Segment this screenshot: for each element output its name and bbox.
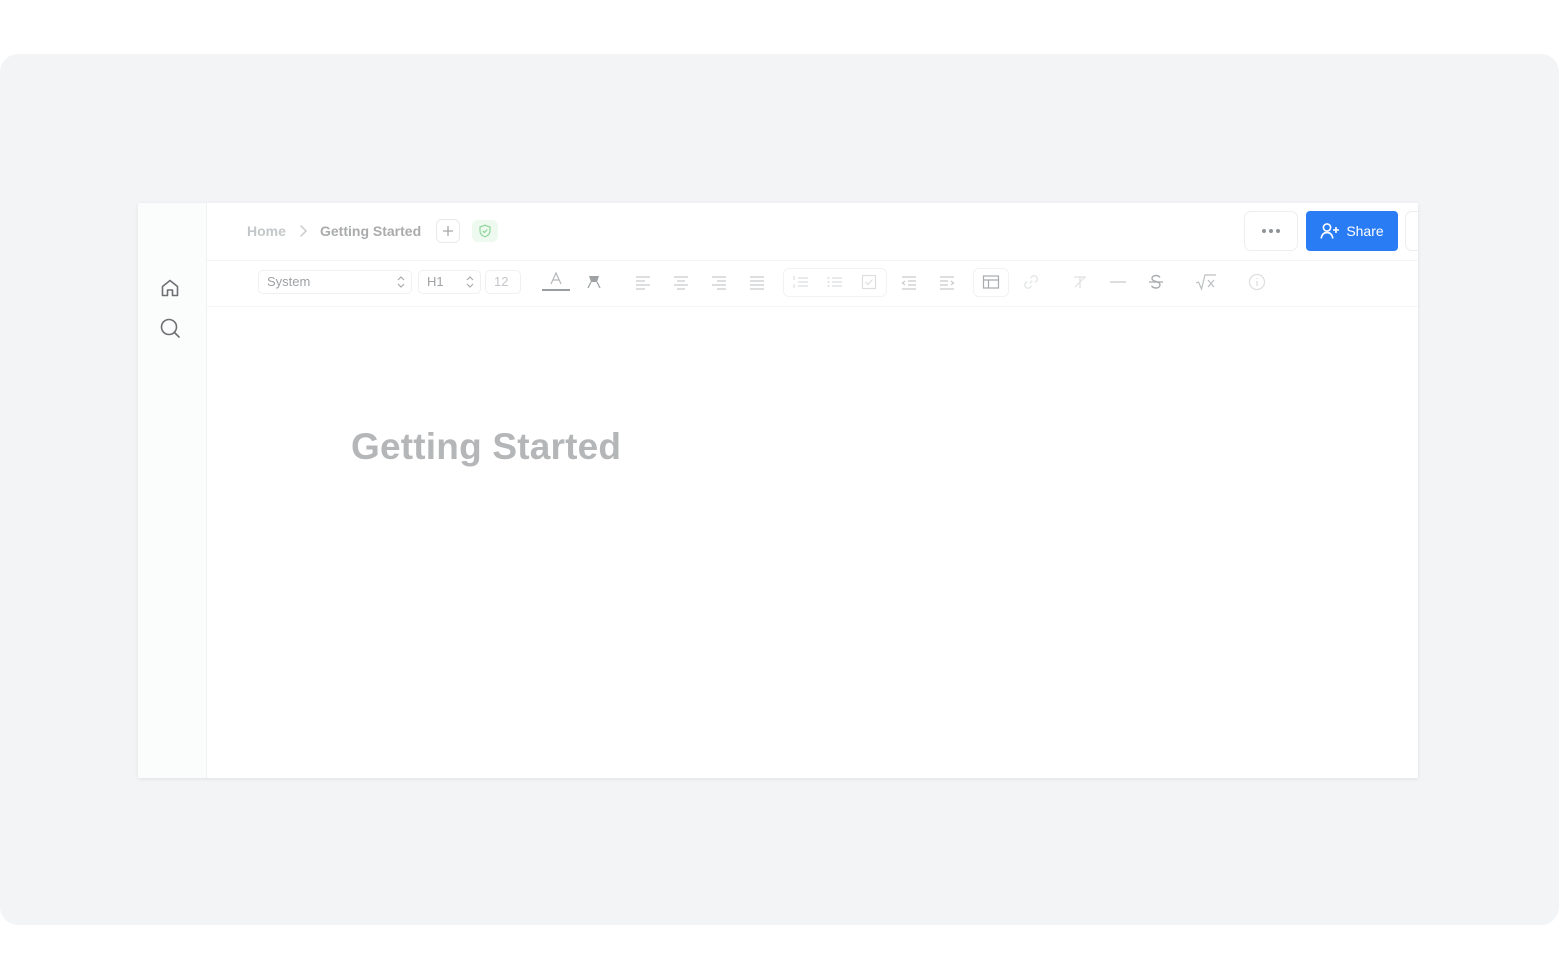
chevron-updown-icon [466,276,474,288]
clear-format-icon [1074,276,1086,288]
editor-window: Home Getting Started Share System H1 12 … [138,203,1418,778]
strikethrough-button[interactable] [1145,271,1167,293]
outdent-icon [901,276,916,290]
chevron-updown-icon [397,276,405,288]
math-formula-button[interactable] [1193,271,1219,293]
highlighter-icon [587,276,601,289]
block-style-value: H1 [427,274,444,289]
share-label: Share [1346,223,1384,239]
bullet-list-icon [827,277,842,287]
add-page-button[interactable] [436,219,460,243]
dot [1276,229,1280,233]
align-left-button[interactable] [632,271,654,293]
home-icon [161,279,179,297]
breadcrumb-home[interactable]: Home [247,222,286,240]
add-user-icon [1320,223,1340,239]
checklist-button[interactable] [858,271,880,293]
block-style-select[interactable]: H1 [418,270,481,294]
checkbox-icon [861,274,877,290]
numbered-list-icon [793,276,808,288]
breadcrumb-current[interactable]: Getting Started [320,222,421,240]
horizontal-rule-icon [1110,281,1126,283]
align-center-button[interactable] [670,271,692,293]
horizontal-rule-button[interactable] [1107,271,1129,293]
table-icon [982,275,1000,289]
insert-link-button[interactable] [1020,271,1042,293]
document-canvas[interactable]: Getting Started [207,308,1418,778]
align-right-button[interactable] [708,271,730,293]
plus-icon [443,226,453,236]
document-title[interactable]: Getting Started [351,426,621,468]
info-button[interactable] [1246,271,1268,293]
more-options-button[interactable] [1244,211,1298,251]
highlight-button[interactable] [583,271,605,293]
bullet-list-button[interactable] [824,271,846,293]
sidebar [138,203,207,778]
text-color-button[interactable] [542,271,570,293]
font-size-input[interactable]: 12 [485,270,521,294]
share-button[interactable]: Share [1306,211,1398,251]
square-root-icon [1195,274,1216,291]
chevron-right-icon [300,225,308,237]
dot [1269,229,1273,233]
formatting-toolbar: System H1 12 [207,261,1418,307]
shield-check-icon [479,224,491,238]
outdent-button[interactable] [898,271,920,293]
align-center-icon [674,276,688,290]
font-family-value: System [267,274,311,289]
search-button[interactable] [157,315,183,341]
link-icon [1024,275,1038,289]
home-button[interactable] [157,275,183,301]
align-justify-button[interactable] [746,271,768,293]
indent-icon [940,276,955,290]
info-icon [1248,273,1266,291]
strikethrough-icon [1149,274,1163,289]
search-icon [160,318,180,338]
security-badge[interactable] [472,220,498,242]
dot [1262,229,1266,233]
clear-format-button[interactable] [1069,271,1091,293]
align-left-icon [636,276,650,290]
indent-button[interactable] [936,271,958,293]
align-right-icon [712,276,726,290]
align-justify-icon [750,276,764,290]
font-size-value: 12 [494,274,509,289]
insert-table-button[interactable] [980,271,1002,293]
copy-link-button[interactable] [1405,211,1418,251]
numbered-list-button[interactable] [790,271,812,293]
text-color-icon [542,271,570,291]
font-family-select[interactable]: System [258,270,412,294]
header: Home Getting Started Share [207,203,1418,261]
